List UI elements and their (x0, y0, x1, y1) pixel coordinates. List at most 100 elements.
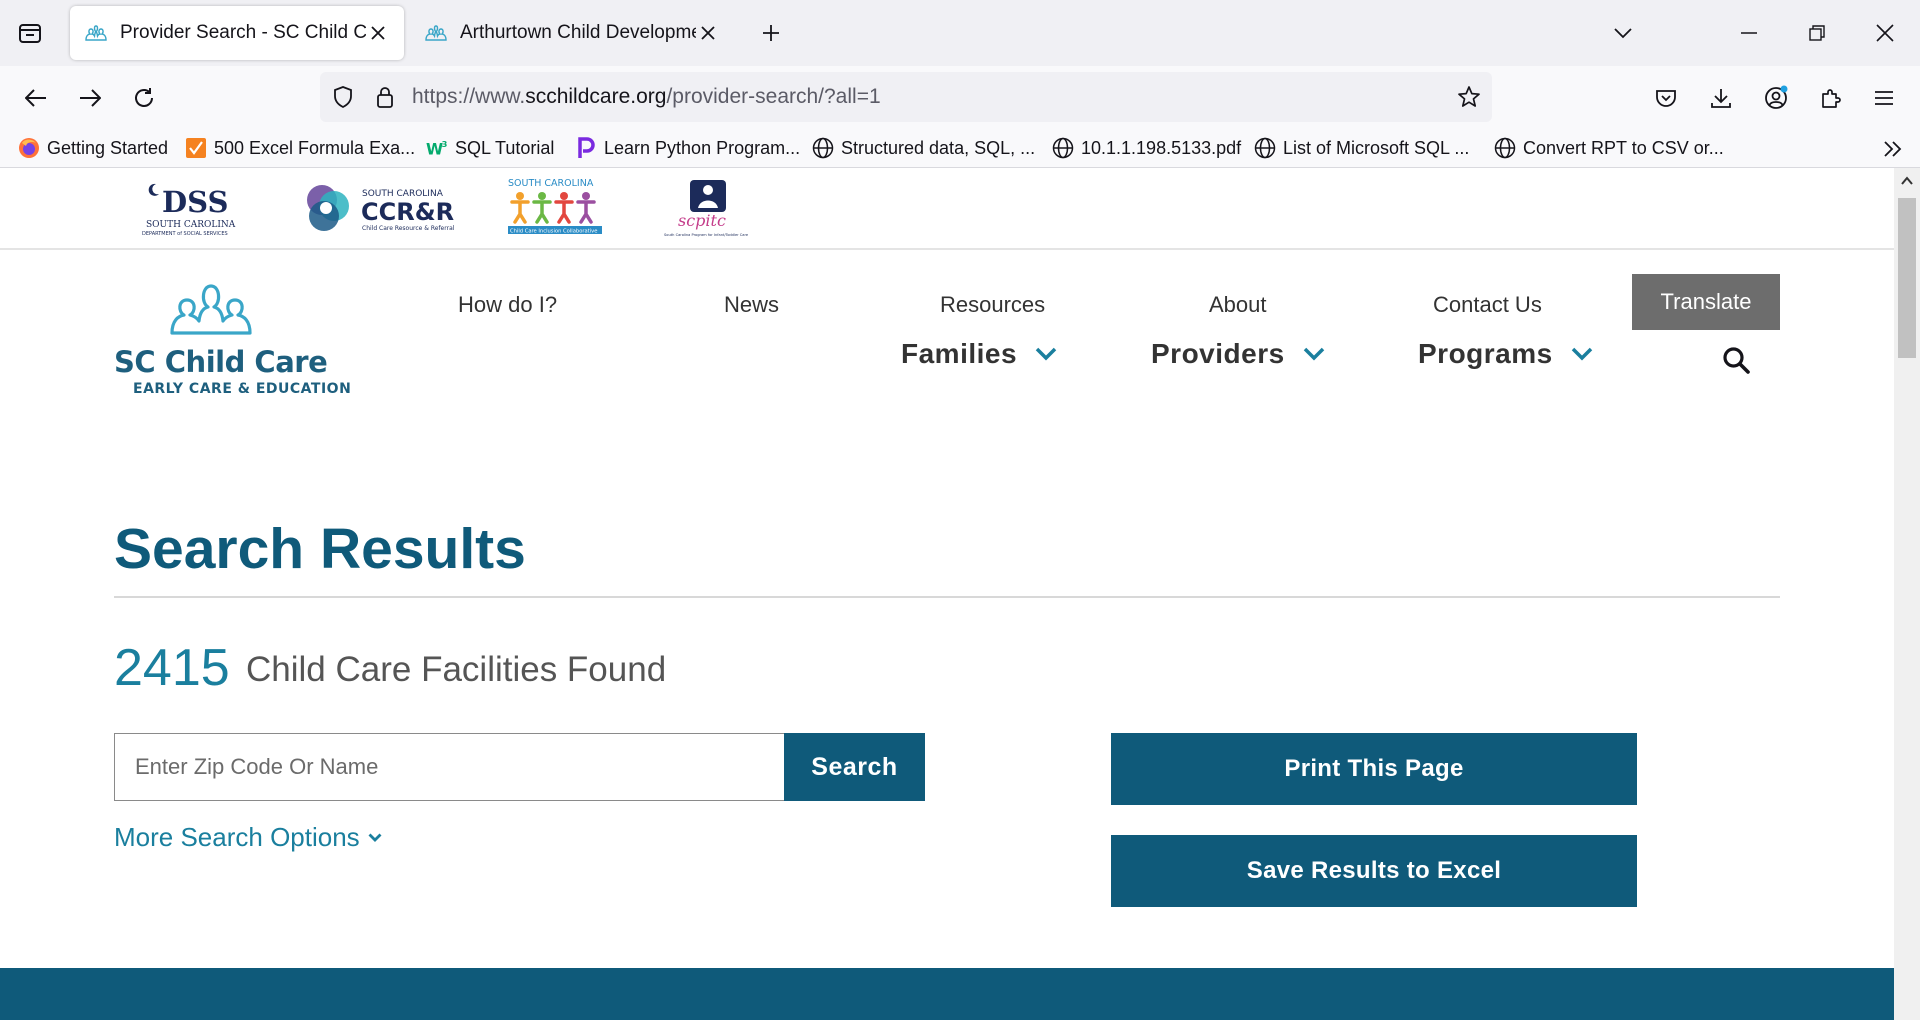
chevron-down-icon (1303, 347, 1324, 361)
chevron-down-icon (1035, 347, 1057, 361)
sc-child-care-logo[interactable]: SC Child Care EARLY CARE & EDUCATION (114, 283, 351, 403)
dss-logo-subtitle: SOUTH CAROLINA (146, 220, 236, 230)
url-text[interactable]: https://www.scchildcare.org/provider-sea… (412, 85, 881, 109)
bookmark-label: SQL Tutorial (455, 137, 555, 158)
main-nav-families[interactable]: Families (901, 338, 1057, 370)
tab-title: Provider Search - SC Child Care (120, 22, 366, 43)
nav-resources[interactable]: Resources (940, 292, 1045, 318)
bookmark-structured-data[interactable]: Structured data, SQL, ... (812, 134, 1035, 162)
browser-tab-bar: Provider Search - SC Child Care Arthurto… (0, 0, 1920, 66)
bookmark-excel-formulas[interactable]: 500 Excel Formula Exa... (185, 134, 415, 162)
bookmark-star-icon[interactable] (1456, 84, 1482, 110)
reload-icon[interactable] (126, 80, 162, 116)
minimize-icon[interactable] (1734, 18, 1764, 48)
nav-about[interactable]: About (1209, 292, 1267, 318)
title-divider (114, 596, 1780, 598)
nav-news[interactable]: News (724, 292, 779, 318)
ccrr-logo[interactable]: SOUTH CAROLINA CCR&R Child Care Resource… (300, 176, 460, 240)
chevron-down-icon (368, 833, 382, 842)
ccrr-logo-text: CCR&R (361, 198, 454, 226)
bookmark-learn-python[interactable]: Learn Python Program... (575, 134, 800, 162)
list-all-tabs-chevron-icon[interactable] (1608, 18, 1638, 48)
zip-or-name-search-input[interactable] (114, 733, 785, 801)
site-search-icon[interactable] (1722, 346, 1750, 374)
chevron-down-icon (1571, 347, 1592, 361)
close-tab-icon[interactable] (366, 21, 390, 45)
scpitc-logo-text: scpitc (678, 211, 726, 230)
sc-child-care-favicon-icon (424, 23, 448, 43)
close-tab-icon[interactable] (696, 21, 720, 45)
bookmark-label: Getting Started (47, 137, 169, 158)
firefox-icon (18, 137, 40, 159)
address-bar[interactable]: https://www.scchildcare.org/provider-sea… (320, 72, 1492, 122)
w3-icon: W3 (426, 137, 448, 159)
close-window-icon[interactable] (1870, 18, 1900, 48)
extensions-puzzle-icon[interactable] (1813, 80, 1849, 116)
new-tab-plus-icon[interactable] (756, 18, 786, 48)
bookmark-getting-started[interactable]: Getting Started (18, 134, 168, 162)
url-prefix: https://www. (412, 85, 526, 108)
dss-logo-department: DEPARTMENT of SOCIAL SERVICES (142, 231, 228, 237)
nav-contact-us[interactable]: Contact Us (1433, 292, 1542, 318)
downloads-icon[interactable] (1703, 80, 1739, 116)
logo-tagline: EARLY CARE & EDUCATION (133, 381, 352, 397)
main-nav-label: Families (901, 338, 1018, 369)
bookmark-label: Structured data, SQL, ... (841, 137, 1036, 158)
results-count-label: Child Care Facilities Found (246, 650, 667, 689)
print-this-page-button[interactable]: Print This Page (1111, 733, 1637, 805)
translate-button[interactable]: Translate (1632, 274, 1780, 330)
search-button[interactable]: Search (784, 733, 925, 801)
scpitc-logo-subtitle: South Carolina Program for Infant/Toddle… (664, 233, 749, 237)
globe-icon (1254, 137, 1276, 159)
bookmark-convert-rpt[interactable]: Convert RPT to CSV or... (1494, 134, 1724, 162)
scroll-up-arrow-icon[interactable] (1900, 174, 1914, 188)
url-path: /provider-search/?all=1 (666, 85, 881, 108)
main-nav-programs[interactable]: Programs (1418, 338, 1593, 370)
inclusion-logo-state: SOUTH CAROLINA (508, 178, 594, 189)
page-scrollbar[interactable] (1894, 168, 1920, 1020)
sc-child-care-favicon-icon (84, 23, 108, 43)
dss-logo-text: DSS (162, 185, 228, 219)
main-nav-providers[interactable]: Providers (1151, 338, 1325, 370)
more-search-options-link[interactable]: More Search Options (114, 822, 382, 853)
back-arrow-icon[interactable] (18, 80, 54, 116)
lock-icon[interactable] (372, 84, 398, 110)
nav-how-do-i[interactable]: How do I? (458, 292, 557, 318)
scrollbar-thumb[interactable] (1898, 198, 1916, 358)
tab-list-icon[interactable] (14, 17, 46, 49)
svg-text:W: W (426, 140, 443, 158)
python-p-icon (575, 137, 597, 159)
bookmark-sql-tutorial[interactable]: W3 SQL Tutorial (426, 134, 554, 162)
save-results-to-excel-button[interactable]: Save Results to Excel (1111, 835, 1637, 907)
inclusion-collaborative-logo[interactable]: SOUTH CAROLINA Child Care Inclusion Coll… (506, 176, 606, 240)
pocket-icon[interactable] (1648, 80, 1684, 116)
globe-icon (812, 137, 834, 159)
globe-icon (1052, 137, 1074, 159)
tracking-protection-shield-icon[interactable] (330, 84, 356, 110)
bookmark-label: 10.1.1.198.5133.pdf (1081, 137, 1242, 158)
bookmark-pdf[interactable]: 10.1.1.198.5133.pdf (1052, 134, 1241, 162)
partner-logo-strip: DSS SOUTH CAROLINA DEPARTMENT of SOCIAL … (0, 168, 1894, 250)
scpitc-logo[interactable]: scpitc South Carolina Program for Infant… (660, 176, 760, 240)
restore-window-icon[interactable] (1802, 18, 1832, 48)
logo-name: SC Child Care (114, 345, 328, 379)
dss-logo[interactable]: DSS SOUTH CAROLINA DEPARTMENT of SOCIAL … (140, 176, 255, 240)
tab-provider-search[interactable]: Provider Search - SC Child Care (70, 6, 404, 60)
url-host: scchildcare.org (525, 85, 667, 108)
bookmark-label: Convert RPT to CSV or... (1523, 137, 1724, 158)
more-search-options-label: More Search Options (114, 822, 360, 852)
bookmarks-toolbar: Getting Started 500 Excel Formula Exa...… (0, 128, 1920, 168)
account-icon[interactable] (1758, 80, 1794, 116)
inclusion-logo-subtitle: Child Care Inclusion Collaborative (510, 229, 597, 235)
forward-arrow-icon[interactable] (72, 80, 108, 116)
results-section-band (0, 968, 1894, 1020)
bookmark-label: 500 Excel Formula Exa... (214, 137, 416, 158)
tab-arthurtown[interactable]: Arthurtown Child Development (410, 6, 734, 60)
hamburger-menu-icon[interactable] (1866, 80, 1902, 116)
more-bookmarks-chevron-icon[interactable] (1880, 136, 1906, 162)
ccrr-logo-subtitle: Child Care Resource & Referral (362, 225, 455, 232)
bookmark-microsoft-sql[interactable]: List of Microsoft SQL ... (1254, 134, 1469, 162)
page-title: Search Results (114, 517, 526, 581)
globe-icon (1494, 137, 1516, 159)
page-viewport: DSS SOUTH CAROLINA DEPARTMENT of SOCIAL … (0, 168, 1894, 1020)
